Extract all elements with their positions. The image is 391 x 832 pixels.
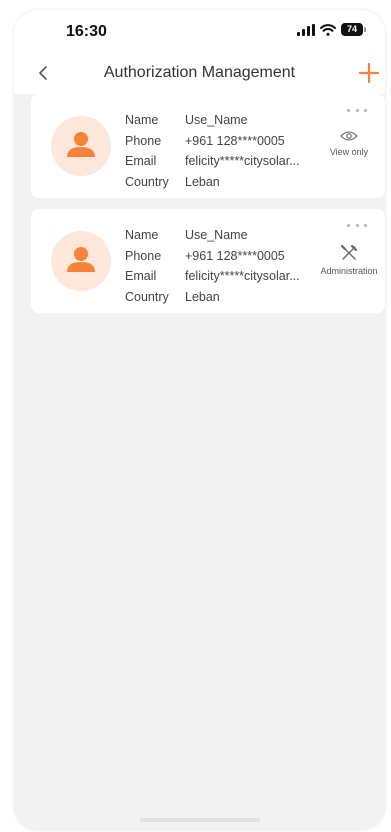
avatar xyxy=(51,116,111,176)
role-indicator: View only xyxy=(313,130,385,157)
email-row: Email felicity*****citysolar... xyxy=(125,266,313,287)
name-row: Name Use_Name xyxy=(125,110,313,131)
tools-icon xyxy=(340,245,358,260)
avatar xyxy=(51,231,111,291)
country-row: Country Leban xyxy=(125,172,313,193)
email-label: Email xyxy=(125,154,157,168)
country-label: Country xyxy=(125,289,169,304)
email-value: felicity*****citysolar... xyxy=(185,154,300,168)
plus-icon[interactable] xyxy=(357,61,381,85)
name-label: Name xyxy=(125,228,159,242)
eye-icon xyxy=(340,131,358,141)
battery-icon: 74 xyxy=(341,23,366,36)
email-label: Email xyxy=(125,269,157,283)
name-value: Use_Name xyxy=(185,113,248,127)
user-icon xyxy=(67,247,95,272)
user-card[interactable]: Name Use_Name Phone +961 128****0005 Ema… xyxy=(31,209,385,313)
user-info: Name Use_Name Phone +961 128****0005 Ema… xyxy=(125,225,313,307)
app-screen: 16:30 74 Authorization Management Name U… xyxy=(14,10,385,830)
name-label: Name xyxy=(125,113,159,127)
country-value: Leban xyxy=(185,174,220,189)
phone-value: +961 128****0005 xyxy=(185,248,285,263)
phone-label: Phone xyxy=(125,133,162,148)
status-bar: 16:30 74 xyxy=(14,10,385,52)
country-label: Country xyxy=(125,174,169,189)
country-row: Country Leban xyxy=(125,287,313,308)
wifi-icon xyxy=(320,23,336,36)
home-indicator xyxy=(139,818,260,822)
user-card[interactable]: Name Use_Name Phone +961 128****0005 Ema… xyxy=(31,94,385,198)
name-row: Name Use_Name xyxy=(125,225,313,246)
status-icons: 74 xyxy=(297,23,366,36)
nav-bar: Authorization Management xyxy=(14,52,385,94)
status-time: 16:30 xyxy=(66,23,107,40)
email-row: Email felicity*****citysolar... xyxy=(125,151,313,172)
name-value: Use_Name xyxy=(185,228,248,242)
phone-row: Phone +961 128****0005 xyxy=(125,246,313,267)
role-label: Administration xyxy=(320,266,378,276)
phone-label: Phone xyxy=(125,248,162,263)
role-indicator: Administration xyxy=(313,245,385,276)
email-value: felicity*****citysolar... xyxy=(185,269,300,283)
user-icon xyxy=(67,132,95,157)
phone-row: Phone +961 128****0005 xyxy=(125,131,313,152)
user-info: Name Use_Name Phone +961 128****0005 Ema… xyxy=(125,110,313,192)
more-options-icon[interactable] xyxy=(347,221,367,229)
phone-value: +961 128****0005 xyxy=(185,133,285,148)
more-options-icon[interactable] xyxy=(347,106,367,114)
signal-icon xyxy=(297,23,315,36)
role-label: View only xyxy=(329,147,369,157)
page-title: Authorization Management xyxy=(103,64,296,81)
country-value: Leban xyxy=(185,289,220,304)
